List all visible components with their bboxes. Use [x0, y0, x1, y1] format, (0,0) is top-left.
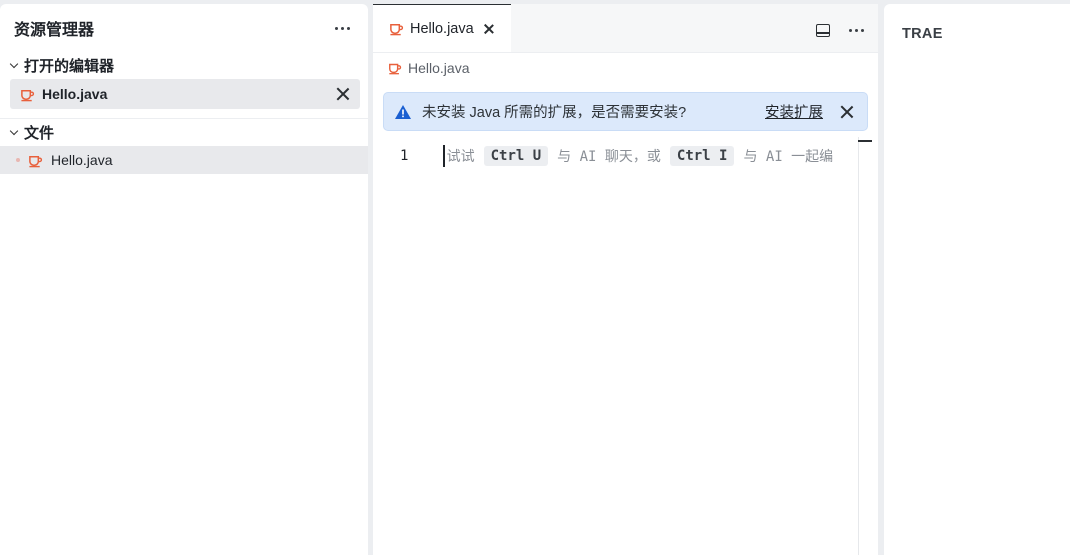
- code-area[interactable]: 1 试试 Ctrl U 与 AI 聊天，或 Ctrl I 与 AI 一起编: [373, 137, 878, 555]
- toggle-panel-icon[interactable]: [816, 23, 830, 37]
- hint-text-1: 试试: [446, 149, 475, 165]
- close-banner-icon[interactable]: [839, 104, 855, 120]
- java-cup-icon: [21, 89, 35, 101]
- explorer-header: 资源管理器: [0, 4, 368, 52]
- tab-hello-java[interactable]: Hello.java: [373, 4, 511, 52]
- open-editors-label: 打开的编辑器: [24, 57, 115, 75]
- panel-title: TRAE: [902, 26, 943, 42]
- editor-panel: Hello.java Hello.java 未安装 Java 所需的扩展，是否需…: [373, 4, 878, 555]
- more-actions-icon[interactable]: [330, 16, 354, 40]
- file-tree-item[interactable]: Hello.java: [0, 146, 368, 174]
- java-cup-icon: [389, 63, 402, 75]
- chevron-down-icon: [10, 128, 18, 136]
- shortcut-chat: Ctrl U: [483, 146, 549, 166]
- hint-text-2: 与 AI 聊天，或: [557, 149, 661, 165]
- text-cursor: [443, 145, 445, 167]
- files-label: 文件: [24, 124, 55, 142]
- java-cup-icon: [390, 24, 404, 36]
- java-cup-icon: [29, 155, 43, 167]
- minimap-divider: [858, 137, 859, 555]
- explorer-panel: 资源管理器 打开的编辑器 Hello.java 文件 Hello.java: [0, 4, 368, 555]
- more-actions-icon[interactable]: [844, 18, 868, 42]
- tab-bar: Hello.java: [373, 4, 878, 53]
- open-editor-item[interactable]: Hello.java: [10, 79, 360, 109]
- ai-side-panel: TRAE: [884, 4, 1070, 555]
- shortcut-inline: Ctrl I: [669, 146, 735, 166]
- modified-dot: [16, 158, 20, 162]
- explorer-title: 资源管理器: [14, 22, 95, 39]
- code-line[interactable]: 1 试试 Ctrl U 与 AI 聊天，或 Ctrl I 与 AI 一起编: [373, 145, 873, 167]
- close-icon[interactable]: [334, 85, 352, 103]
- files-section-header[interactable]: 文件: [0, 119, 368, 145]
- install-extension-link[interactable]: 安装扩展: [765, 101, 823, 122]
- open-editors-section-header[interactable]: 打开的编辑器: [0, 52, 368, 78]
- breadcrumb[interactable]: Hello.java: [373, 53, 878, 83]
- banner-message: 未安装 Java 所需的扩展，是否需要安装?: [422, 105, 687, 121]
- file-tree-label: Hello.java: [51, 152, 113, 168]
- chevron-down-icon: [10, 61, 18, 69]
- breadcrumb-label: Hello.java: [408, 60, 470, 76]
- ai-hint: 试试 Ctrl U 与 AI 聊天，或 Ctrl I 与 AI 一起编: [446, 146, 834, 166]
- scroll-indicator: [858, 140, 872, 142]
- line-number: 1: [400, 148, 409, 164]
- open-editor-label: Hello.java: [42, 86, 108, 102]
- tab-label: Hello.java: [410, 20, 474, 37]
- extension-banner: 未安装 Java 所需的扩展，是否需要安装? 安装扩展: [383, 92, 868, 131]
- warning-icon: [395, 104, 411, 119]
- close-tab-icon[interactable]: [482, 22, 496, 36]
- hint-text-3: 与 AI 一起编: [743, 149, 834, 165]
